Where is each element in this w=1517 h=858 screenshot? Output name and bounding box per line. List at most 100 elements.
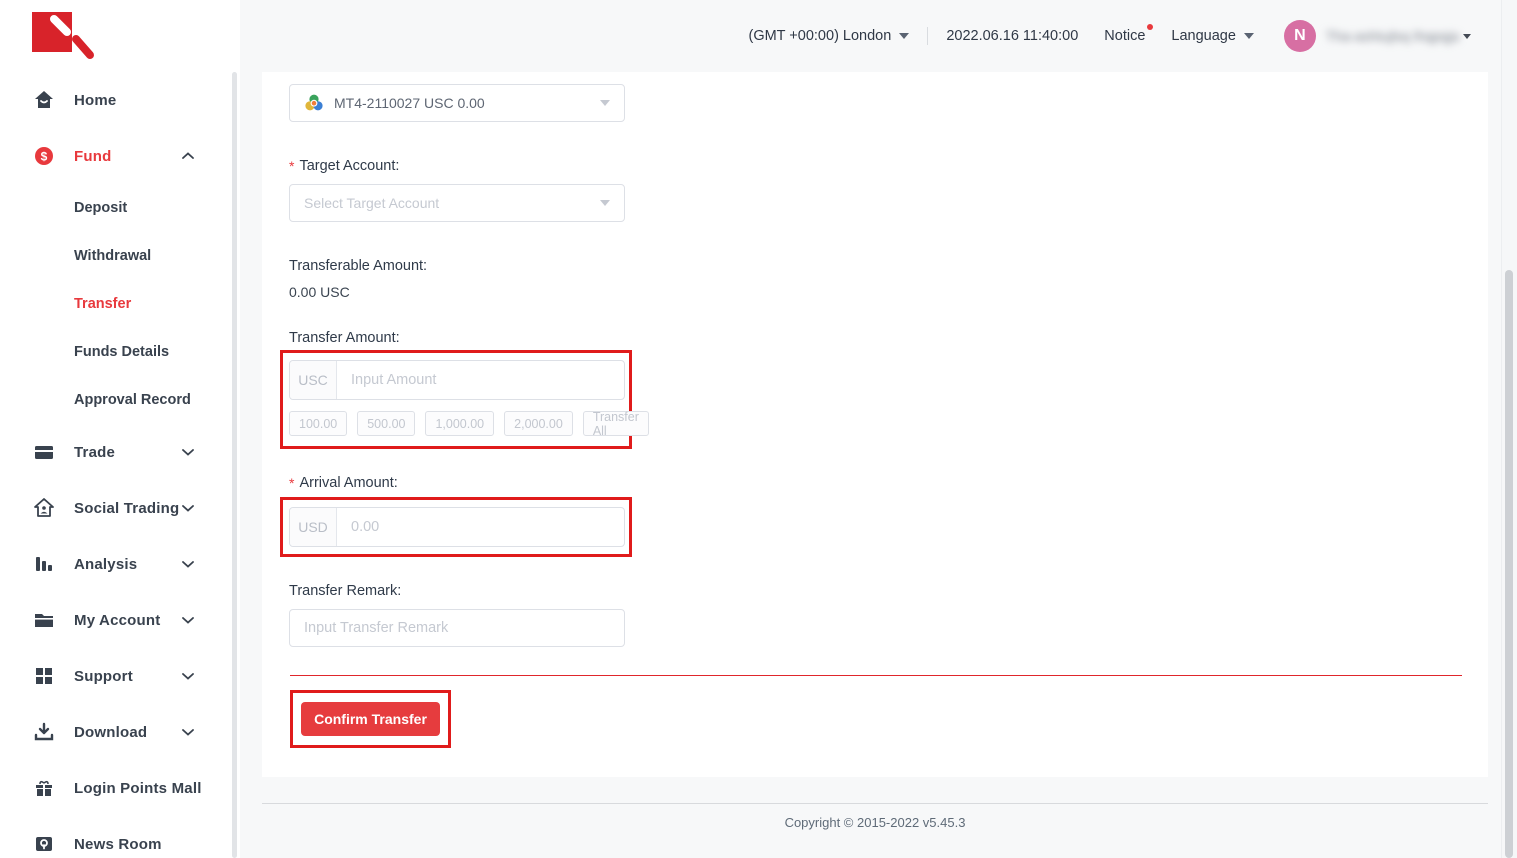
sidebar-item-label: Home	[74, 92, 116, 109]
source-account-select[interactable]: MT4-2110027 USC 0.00	[289, 84, 625, 122]
support-icon	[34, 666, 54, 686]
required-asterisk: *	[289, 475, 294, 491]
mt4-icon	[304, 93, 324, 113]
quick-amount-button-2000[interactable]: 2,000.00	[504, 411, 573, 436]
quick-amount-button-100[interactable]: 100.00	[289, 411, 347, 436]
gift-icon	[34, 778, 54, 798]
chevron-down-icon	[182, 504, 194, 512]
chevron-down-icon	[600, 200, 610, 206]
sidebar-item-social-trading[interactable]: Social Trading	[0, 480, 232, 536]
arrival-amount-input-group: USD	[289, 507, 625, 547]
datetime-display: 2022.06.16 11:40:00	[946, 28, 1078, 44]
sidebar-item-home[interactable]: Home	[0, 72, 232, 128]
target-account-label: * Target Account:	[289, 158, 1488, 174]
transfer-remark-input[interactable]	[289, 609, 625, 647]
home-icon	[34, 90, 54, 110]
annotation-box-confirm: Confirm Transfer	[290, 690, 451, 748]
sidebar: Home $ Fund Deposit Withdrawal Transfer	[0, 0, 240, 858]
notice-link[interactable]: Notice	[1104, 28, 1145, 44]
sidebar-item-transfer[interactable]: Transfer	[0, 280, 232, 328]
sidebar-item-news-room[interactable]: News Room	[0, 816, 232, 858]
analysis-icon	[34, 554, 54, 574]
target-account-placeholder: Select Target Account	[304, 195, 439, 211]
sidebar-item-support[interactable]: Support	[0, 648, 232, 704]
sidebar-item-fund[interactable]: $ Fund	[0, 128, 232, 184]
transfer-amount-currency: USC	[290, 361, 337, 399]
chevron-down-icon	[182, 560, 194, 568]
svg-text:$: $	[41, 150, 48, 164]
chevron-down-icon	[1463, 34, 1471, 39]
chevron-down-icon	[600, 100, 610, 106]
sidebar-item-label: News Room	[74, 836, 162, 853]
quick-amount-button-500[interactable]: 500.00	[357, 411, 415, 436]
source-account-value: MT4-2110027 USC 0.00	[334, 95, 485, 111]
transfer-amount-label: Transfer Amount:	[289, 330, 1488, 346]
chevron-down-icon	[182, 728, 194, 736]
sidebar-item-deposit[interactable]: Deposit	[0, 184, 232, 232]
arrival-amount-input[interactable]	[337, 508, 624, 546]
page-scrollbar-thumb[interactable]	[1505, 270, 1513, 858]
transferable-amount-label: Transferable Amount:	[289, 258, 1488, 274]
sidebar-nav: Home $ Fund Deposit Withdrawal Transfer	[0, 72, 232, 858]
trade-icon	[34, 442, 54, 462]
sidebar-item-label: Support	[74, 668, 133, 685]
brand-logo-icon[interactable]	[32, 12, 98, 64]
copyright-text: Copyright © 2015-2022 v5.45.3	[262, 815, 1488, 830]
chevron-down-icon	[1244, 33, 1254, 39]
sidebar-item-login-points-mall[interactable]: Login Points Mall	[0, 760, 232, 816]
sidebar-subitem-label: Funds Details	[74, 344, 169, 360]
transfer-amount-input[interactable]	[337, 361, 624, 399]
footer-divider	[262, 803, 1488, 804]
notice-badge-dot	[1147, 24, 1153, 30]
sidebar-subitem-label: Deposit	[74, 200, 127, 216]
annotation-box-arrival-amount: USD	[280, 497, 632, 557]
sidebar-subitem-label: Approval Record	[74, 392, 191, 408]
notice-label: Notice	[1104, 28, 1145, 44]
language-selector[interactable]: Language	[1171, 28, 1254, 44]
sidebar-item-funds-details[interactable]: Funds Details	[0, 328, 232, 376]
timezone-selector[interactable]: (GMT +00:00) London	[749, 28, 910, 44]
sidebar-item-label: Download	[74, 724, 147, 741]
avatar: N	[1284, 20, 1316, 52]
sidebar-item-approval-record[interactable]: Approval Record	[0, 376, 232, 424]
username-blurred: Tha-ashtujlsq lhqpqja	[1326, 28, 1459, 44]
language-label: Language	[1171, 28, 1236, 44]
transferable-amount-value: 0.00 USC	[289, 284, 1488, 300]
sidebar-item-trade[interactable]: Trade	[0, 424, 232, 480]
sidebar-item-label: Login Points Mall	[74, 780, 202, 797]
topbar-divider	[927, 27, 928, 45]
chevron-down-icon	[182, 672, 194, 680]
sidebar-item-my-account[interactable]: My Account	[0, 592, 232, 648]
sidebar-item-label: Trade	[74, 444, 115, 461]
user-menu[interactable]: N Tha-ashtujlsq lhqpqja	[1284, 20, 1471, 52]
my-account-icon	[34, 610, 54, 630]
arrival-amount-label: * Arrival Amount:	[289, 475, 1488, 491]
annotation-box-transfer-amount: USC 100.00 500.00 1,000.00 2,000.00 Tran…	[280, 350, 632, 449]
sidebar-subitem-label: Transfer	[74, 296, 131, 312]
transfer-all-button[interactable]: Transfer All	[583, 411, 649, 436]
page-scrollbar-track[interactable]	[1501, 0, 1517, 858]
timezone-label: (GMT +00:00) London	[749, 28, 892, 44]
sidebar-item-label: Analysis	[74, 556, 137, 573]
topbar: (GMT +00:00) London 2022.06.16 11:40:00 …	[240, 0, 1501, 72]
sidebar-subitem-label: Withdrawal	[74, 248, 151, 264]
arrival-amount-currency: USD	[290, 508, 337, 546]
quick-amount-row: 100.00 500.00 1,000.00 2,000.00 Transfer…	[289, 411, 629, 436]
social-trading-icon	[34, 498, 54, 518]
sidebar-item-withdrawal[interactable]: Withdrawal	[0, 232, 232, 280]
news-room-icon	[34, 834, 54, 854]
sidebar-item-download[interactable]: Download	[0, 704, 232, 760]
sidebar-item-label: Fund	[74, 148, 111, 165]
chevron-down-icon	[899, 33, 909, 39]
app-window: Home $ Fund Deposit Withdrawal Transfer	[0, 0, 1517, 858]
chevron-down-icon	[182, 616, 194, 624]
quick-amount-button-1000[interactable]: 1,000.00	[425, 411, 494, 436]
sidebar-item-label: My Account	[74, 612, 160, 629]
confirm-transfer-button[interactable]: Confirm Transfer	[301, 702, 440, 736]
sidebar-scrollbar[interactable]	[232, 72, 237, 858]
target-account-select[interactable]: Select Target Account	[289, 184, 625, 222]
transfer-form-card: MT4-2110027 USC 0.00 * Target Account: S…	[262, 72, 1488, 777]
sidebar-item-label: Social Trading	[74, 500, 179, 517]
required-asterisk: *	[289, 158, 294, 174]
sidebar-item-analysis[interactable]: Analysis	[0, 536, 232, 592]
